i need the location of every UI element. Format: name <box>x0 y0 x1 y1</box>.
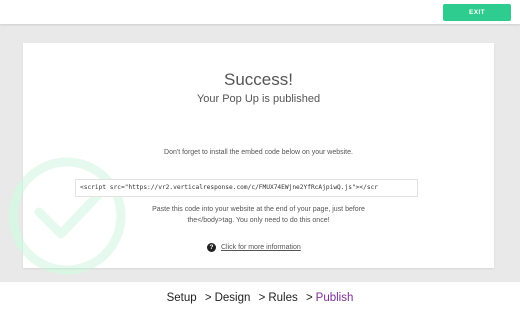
success-card: Success! Your Pop Up is published Don't … <box>23 43 494 268</box>
success-title: Success! <box>224 70 293 89</box>
paste-note: Paste this code into your website at the… <box>23 204 494 226</box>
breadcrumb-step-design[interactable]: Design <box>215 292 251 304</box>
breadcrumb-step-setup[interactable]: Setup <box>167 292 197 304</box>
exit-button[interactable]: EXIT <box>443 4 511 21</box>
breadcrumb-separator: > <box>258 292 266 304</box>
success-subtitle: Your Pop Up is published <box>196 93 321 105</box>
embed-instruction: Don't forget to install the embed code b… <box>164 149 353 156</box>
embed-code-field[interactable]: <script src="https://vr2.verticalrespons… <box>75 179 418 197</box>
paste-note-line-1: Paste this code into your website at the… <box>152 206 365 213</box>
more-info-link[interactable]: Click for more information <box>221 244 301 251</box>
help-icon: ? <box>207 242 216 252</box>
breadcrumb-separator: > <box>305 292 313 304</box>
breadcrumb-step-publish[interactable]: Publish <box>316 292 354 304</box>
breadcrumb-separator: > <box>204 292 212 304</box>
footer: Setup > Design > Rules > Publish <box>0 282 520 316</box>
breadcrumb-step-rules[interactable]: Rules <box>268 292 297 304</box>
workspace: Success! Your Pop Up is published Don't … <box>0 24 520 282</box>
paste-note-line-2: the</body>tag. You only need to do this … <box>187 217 330 224</box>
top-bar: EXIT <box>0 0 520 24</box>
more-info-row: ? Click for more information <box>207 242 301 252</box>
breadcrumb: Setup > Design > Rules > Publish <box>0 292 520 304</box>
